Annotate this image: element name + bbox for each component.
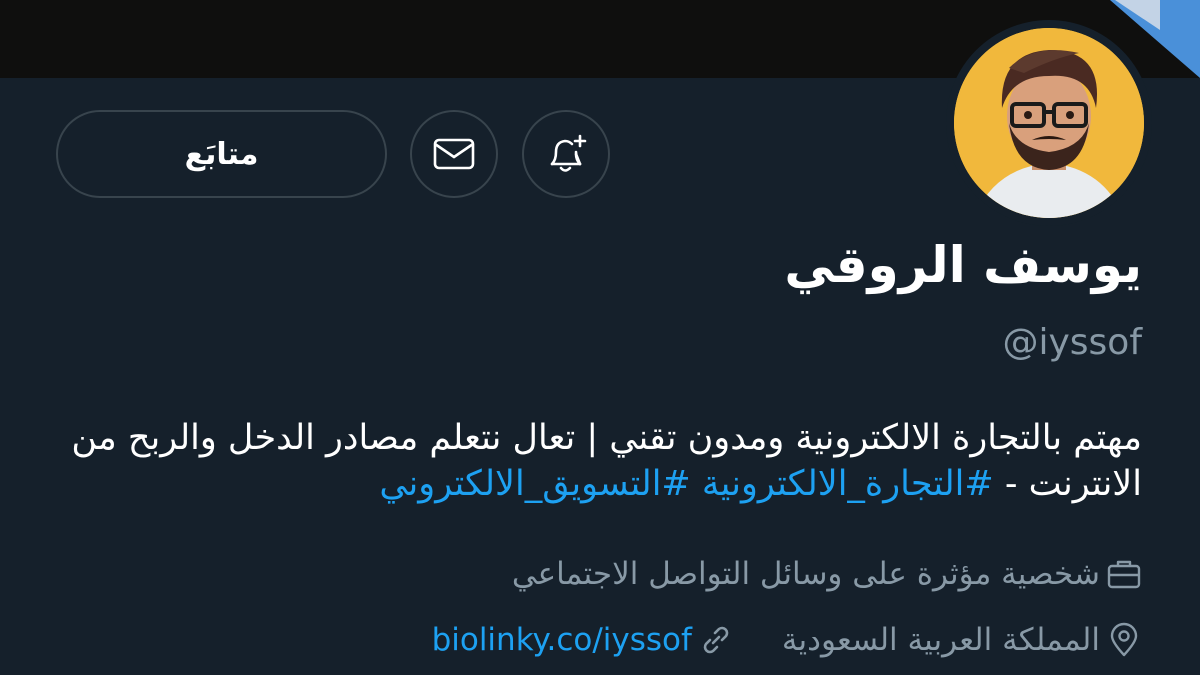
bell-plus-icon	[550, 134, 587, 172]
user-handle: @iyssof	[1002, 322, 1142, 363]
website-link[interactable]: biolinky.co/iyssof	[432, 622, 692, 658]
location-pin-icon	[1110, 622, 1138, 657]
profile-bio: مهتم بالتجارة الالكترونية ومدون تقني | ت…	[52, 415, 1142, 507]
briefcase-icon	[1107, 560, 1141, 589]
avatar[interactable]	[946, 20, 1152, 226]
notifications-button[interactable]	[522, 110, 610, 198]
hashtag-link[interactable]: #التسويق_الالكتروني	[379, 464, 690, 504]
message-button[interactable]	[410, 110, 498, 198]
following-button[interactable]: متابَع	[56, 110, 387, 198]
category-text: شخصية مؤثرة على وسائل التواصل الاجتماعي	[511, 556, 1100, 592]
avatar-image	[954, 28, 1144, 218]
profile-website[interactable]: biolinky.co/iyssof	[432, 622, 734, 658]
location-text: المملكة العربية السعودية	[781, 622, 1100, 658]
mail-icon	[433, 138, 475, 170]
profile-category: شخصية مؤثرة على وسائل التواصل الاجتماعي	[512, 556, 1142, 592]
profile-meta-row: المملكة العربية السعودية biolinky.co/iys…	[432, 622, 1142, 658]
profile-category-row: شخصية مؤثرة على وسائل التواصل الاجتماعي	[512, 556, 1142, 592]
profile-location: المملكة العربية السعودية	[782, 622, 1142, 658]
hashtag-link[interactable]: #التجارة_الالكترونية	[702, 464, 994, 504]
display-name: يوسف الروقي	[784, 236, 1142, 294]
link-icon	[703, 626, 729, 654]
banner-highlight-shape	[1115, 0, 1160, 30]
